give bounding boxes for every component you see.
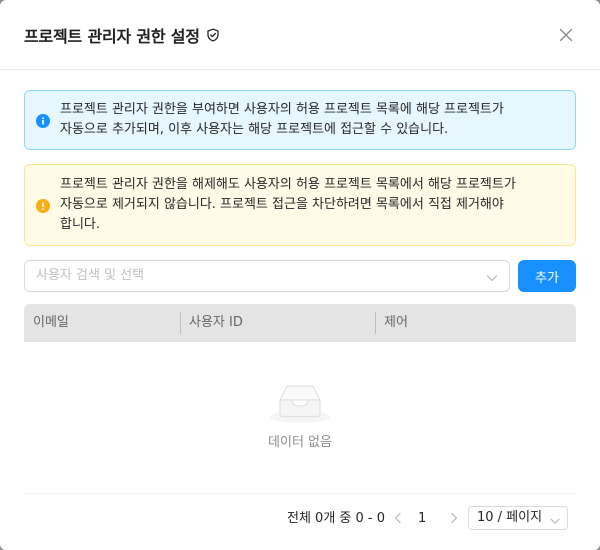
modal-header: 프로젝트 관리자 권한 설정 xyxy=(0,0,600,70)
chevron-down-icon xyxy=(549,512,561,524)
pagination-page-1[interactable]: 1 xyxy=(418,510,426,528)
project-admin-modal: 프로젝트 관리자 권한 설정 프로젝트 관리자 권한을 부여하면 사용자의 허용… xyxy=(0,0,600,550)
column-divider xyxy=(180,312,181,334)
warning-alert: 프로젝트 관리자 권한을 해제해도 사용자의 허용 프로젝트 목록에서 해당 프… xyxy=(24,164,576,246)
warning-alert-line: 자동으로 제거되지 않습니다. 프로젝트 접근을 차단하려면 목록에서 직접 제… xyxy=(60,197,504,212)
empty-inbox-icon xyxy=(268,380,332,424)
page-size-select[interactable]: 10 / 페이지 xyxy=(468,506,568,530)
pagination-prev-button[interactable] xyxy=(392,511,404,525)
chevron-down-icon xyxy=(485,270,499,284)
chevron-left-icon xyxy=(394,512,401,524)
column-header-control: 제어 xyxy=(384,315,408,330)
info-circle-icon xyxy=(36,114,50,128)
pagination-next-button[interactable] xyxy=(448,511,460,525)
info-alert-line: 프로젝트 관리자 권한을 부여하면 사용자의 허용 프로젝트 목록에 해당 프로… xyxy=(60,102,504,117)
warning-alert-line: 프로젝트 관리자 권한을 해제해도 사용자의 허용 프로젝트 목록에서 해당 프… xyxy=(60,177,516,192)
add-button[interactable]: 추가 xyxy=(518,260,576,292)
close-button[interactable] xyxy=(556,25,576,45)
column-header-email: 이메일 xyxy=(33,315,69,330)
page-size-value: 10 / 페이지 xyxy=(477,510,543,525)
user-search-select[interactable]: 사용자 검색 및 선택 xyxy=(24,260,510,292)
info-alert-text: 프로젝트 관리자 권한을 부여하면 사용자의 허용 프로젝트 목록에 해당 프로… xyxy=(60,100,561,140)
info-alert: 프로젝트 관리자 권한을 부여하면 사용자의 허용 프로젝트 목록에 해당 프로… xyxy=(24,90,576,150)
warning-alert-line: 합니다. xyxy=(60,217,101,232)
warning-alert-text: 프로젝트 관리자 권한을 해제해도 사용자의 허용 프로젝트 목록에서 해당 프… xyxy=(60,175,561,235)
empty-state-text: 데이터 없음 xyxy=(268,435,332,450)
warning-circle-icon xyxy=(36,199,50,213)
table-header: 이메일 사용자 ID 제어 xyxy=(24,304,576,342)
modal-title: 프로젝트 관리자 권한 설정 xyxy=(24,27,200,46)
close-icon xyxy=(559,28,573,42)
pagination-total: 전체 0개 중 0 - 0 xyxy=(287,511,386,526)
user-search-placeholder: 사용자 검색 및 선택 xyxy=(36,268,145,283)
modal-title-wrap: 프로젝트 관리자 권한 설정 xyxy=(24,24,220,46)
chevron-right-icon xyxy=(451,512,458,524)
column-divider xyxy=(375,312,376,334)
info-alert-line: 자동으로 추가되며, 이후 사용자는 해당 프로젝트에 접근할 수 있습니다. xyxy=(60,122,449,137)
shield-check-icon xyxy=(206,28,220,42)
column-header-user-id: 사용자 ID xyxy=(189,315,243,330)
footer-divider xyxy=(24,493,576,494)
